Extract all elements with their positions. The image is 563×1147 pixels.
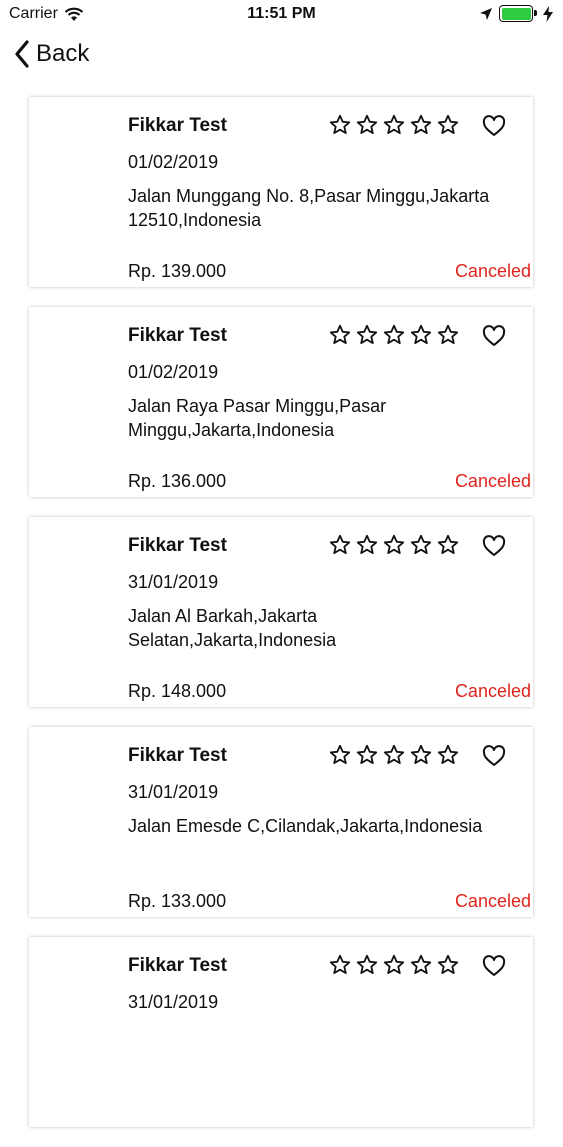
star-icon[interactable] <box>383 534 405 556</box>
order-card[interactable]: Fikkar Test 01/02/2019 Jalan Raya Pasar … <box>29 307 533 497</box>
star-icon[interactable] <box>437 534 459 556</box>
customer-name: Fikkar Test <box>128 535 227 556</box>
star-icon[interactable] <box>356 324 378 346</box>
star-icon[interactable] <box>329 114 351 136</box>
heart-icon[interactable] <box>482 955 506 977</box>
star-icon[interactable] <box>410 324 432 346</box>
navigation-bar: Back <box>0 38 563 78</box>
order-card[interactable]: Fikkar Test 31/01/2019 Jalan Emesde C,Ci… <box>29 727 533 917</box>
star-icon[interactable] <box>410 114 432 136</box>
star-icon[interactable] <box>437 114 459 136</box>
rating-stars[interactable] <box>329 954 459 976</box>
order-status: Canceled <box>454 471 531 491</box>
battery-icon <box>499 5 537 22</box>
star-icon[interactable] <box>410 954 432 976</box>
star-icon[interactable] <box>437 324 459 346</box>
order-price: Rp. 148.000 <box>128 681 227 701</box>
rating-stars[interactable] <box>329 114 459 136</box>
order-price: Rp. 136.000 <box>128 471 227 491</box>
heart-icon[interactable] <box>482 325 506 347</box>
order-date: 01/02/2019 <box>128 152 219 172</box>
order-date: 01/02/2019 <box>128 362 219 382</box>
star-icon[interactable] <box>329 534 351 556</box>
star-icon[interactable] <box>356 744 378 766</box>
order-date: 31/01/2019 <box>128 572 219 592</box>
order-status: Canceled <box>454 681 531 701</box>
order-address: Jalan Raya Pasar Minggu,Pasar Minggu,Jak… <box>128 396 387 440</box>
location-arrow-icon <box>480 7 492 20</box>
customer-name: Fikkar Test <box>128 325 227 346</box>
back-label: Back <box>36 40 90 67</box>
charging-bolt-icon <box>543 5 553 22</box>
order-card[interactable]: Fikkar Test 31/01/2019 <box>29 937 533 1127</box>
chevron-left-icon <box>15 40 29 68</box>
customer-name: Fikkar Test <box>128 115 227 136</box>
back-button[interactable]: Back <box>14 40 89 68</box>
star-icon[interactable] <box>329 744 351 766</box>
order-card[interactable]: Fikkar Test 01/02/2019 Jalan Munggang No… <box>29 97 533 287</box>
order-date: 31/01/2019 <box>128 782 219 802</box>
order-address: Jalan Munggang No. 8,Pasar Minggu,Jakart… <box>128 186 490 230</box>
order-card[interactable]: Fikkar Test 31/01/2019 Jalan Al Barkah,J… <box>29 517 533 707</box>
order-address: Jalan Al Barkah,Jakarta Selatan,Jakarta,… <box>128 606 337 650</box>
heart-icon[interactable] <box>482 115 506 137</box>
star-icon[interactable] <box>356 954 378 976</box>
heart-icon[interactable] <box>482 535 506 557</box>
status-bar: Carrier 11:51 PM <box>0 0 563 30</box>
star-icon[interactable] <box>356 114 378 136</box>
rating-stars[interactable] <box>329 324 459 346</box>
heart-icon[interactable] <box>482 745 506 767</box>
star-icon[interactable] <box>329 954 351 976</box>
star-icon[interactable] <box>383 114 405 136</box>
star-icon[interactable] <box>383 744 405 766</box>
star-icon[interactable] <box>410 744 432 766</box>
customer-name: Fikkar Test <box>128 745 227 766</box>
rating-stars[interactable] <box>329 534 459 556</box>
order-list[interactable]: Fikkar Test 01/02/2019 Jalan Munggang No… <box>29 97 533 1147</box>
order-price: Rp. 139.000 <box>128 261 227 281</box>
star-icon[interactable] <box>410 534 432 556</box>
order-price: Rp. 133.000 <box>128 891 227 911</box>
order-status: Canceled <box>454 891 531 911</box>
star-icon[interactable] <box>329 324 351 346</box>
star-icon[interactable] <box>383 324 405 346</box>
customer-name: Fikkar Test <box>128 955 227 976</box>
star-icon[interactable] <box>356 534 378 556</box>
star-icon[interactable] <box>437 744 459 766</box>
order-address: Jalan Emesde C,Cilandak,Jakarta,Indonesi… <box>128 816 483 836</box>
rating-stars[interactable] <box>329 744 459 766</box>
star-icon[interactable] <box>383 954 405 976</box>
order-date: 31/01/2019 <box>128 992 219 1012</box>
order-status: Canceled <box>454 261 531 281</box>
star-icon[interactable] <box>437 954 459 976</box>
